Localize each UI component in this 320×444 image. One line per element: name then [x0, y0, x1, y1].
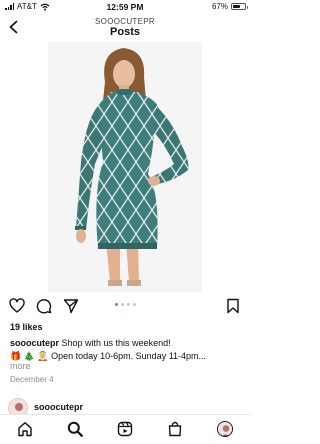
status-bar: AT&T 12:59 PM 67%: [0, 0, 250, 14]
caption-text: Shop with us this weekend!: [59, 338, 171, 348]
battery-icon: [231, 3, 248, 10]
post-date: December 4: [10, 375, 54, 384]
send-icon[interactable]: [63, 298, 79, 314]
caption-line-2: 🎁 🎄 🤶 Open today 10-6pm. Sunday 11-4pm..…: [10, 350, 207, 361]
carousel-dot: [132, 303, 136, 306]
comment-icon[interactable]: [36, 298, 52, 314]
carousel-dot: [114, 303, 118, 306]
carousel-dot: [126, 303, 130, 306]
reels-icon[interactable]: [117, 421, 133, 437]
shop-icon[interactable]: [167, 421, 183, 437]
post-caption: sooocutepr Shop with us this weekend! 🎁 …: [10, 337, 242, 362]
profile-username[interactable]: SOOOCUTEPR: [0, 17, 250, 26]
caption-username[interactable]: sooocutepr: [10, 338, 59, 348]
dress-photo: [48, 42, 202, 292]
search-icon[interactable]: [67, 421, 83, 437]
heart-icon[interactable]: [9, 298, 25, 314]
profile-avatar-image: [218, 422, 232, 436]
profile-tab-avatar[interactable]: [217, 421, 233, 437]
bookmark-icon[interactable]: [225, 298, 241, 314]
page-title: Posts: [110, 26, 140, 38]
battery-group: 67%: [211, 2, 248, 11]
post-actions: [0, 296, 250, 316]
battery-fill: [233, 5, 241, 8]
top-header: SOOOCUTEPR Posts: [0, 14, 250, 42]
battery-percentage: 67%: [211, 2, 228, 11]
more-link[interactable]: more: [10, 361, 31, 371]
bottom-tab-bar: [0, 414, 250, 444]
carousel-dot: [120, 303, 124, 306]
post-image[interactable]: [48, 42, 202, 292]
likes-count[interactable]: 19 likes: [10, 322, 43, 332]
home-icon[interactable]: [17, 421, 33, 437]
carousel-indicator: [0, 303, 250, 306]
next-post-username[interactable]: sooocutepr: [34, 402, 83, 412]
